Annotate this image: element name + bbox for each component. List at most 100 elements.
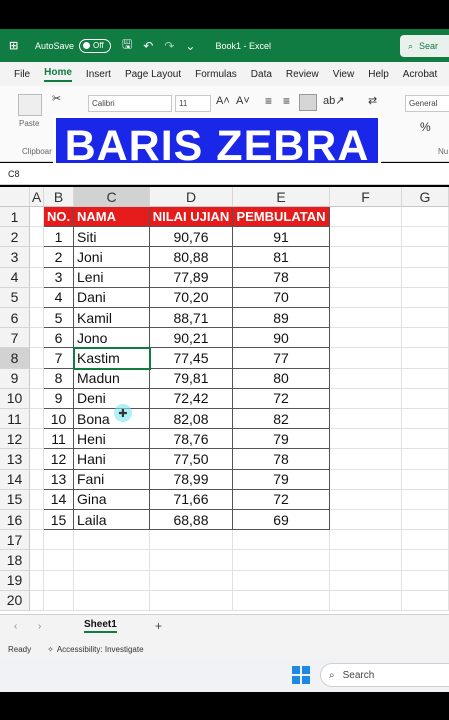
table-cell[interactable]: 89 [233, 308, 330, 329]
empty-cell[interactable] [330, 287, 402, 308]
sheet-tab-sheet1[interactable]: Sheet1 [84, 619, 117, 633]
align-bottom-icon[interactable] [299, 94, 317, 111]
paste-icon[interactable] [18, 94, 42, 116]
empty-cell[interactable] [330, 247, 402, 268]
title-search-box[interactable]: ⌕ Sear [400, 35, 449, 57]
empty-cell[interactable] [30, 489, 44, 510]
table-cell[interactable]: Kamil [74, 308, 150, 329]
empty-cell[interactable] [330, 207, 402, 228]
table-cell[interactable]: Gina [74, 489, 150, 510]
orientation-icon[interactable]: ab↗ [323, 94, 344, 107]
empty-cell[interactable] [30, 530, 44, 551]
column-header-b[interactable]: B [44, 187, 74, 207]
empty-cell[interactable] [402, 287, 449, 308]
table-header-cell[interactable]: NAMA [74, 207, 150, 228]
row-header-17[interactable]: 17 [0, 530, 30, 551]
table-cell[interactable]: Leni [74, 267, 150, 288]
empty-cell[interactable] [330, 388, 402, 409]
empty-cell[interactable] [330, 469, 402, 490]
align-top-icon[interactable]: ≡ [265, 94, 272, 108]
name-box[interactable]: C8 [8, 169, 20, 179]
empty-cell[interactable] [330, 510, 402, 531]
undo-icon[interactable]: ↶ [143, 39, 153, 53]
empty-cell[interactable] [402, 510, 449, 531]
empty-cell[interactable] [402, 308, 449, 329]
empty-cell[interactable] [330, 429, 402, 450]
empty-cell[interactable] [330, 368, 402, 389]
number-format-box[interactable]: General [405, 95, 449, 112]
empty-cell[interactable] [330, 530, 402, 551]
table-cell[interactable]: 77,50 [150, 449, 233, 470]
table-header-cell[interactable]: NILAI UJIAN [150, 207, 233, 228]
empty-cell[interactable] [74, 530, 150, 551]
table-cell[interactable]: Jono [74, 328, 150, 349]
worksheet-grid[interactable]: A B C D E F G 1 NO. NAMA NILAI UJIAN PEMBULATAN 2 1 Si… [0, 187, 449, 614]
row-header-2[interactable]: 2 [0, 227, 30, 248]
table-cell[interactable]: 78,76 [150, 429, 233, 450]
table-cell[interactable]: 78 [233, 449, 330, 470]
empty-cell[interactable] [30, 469, 44, 490]
empty-cell[interactable] [233, 550, 330, 571]
table-cell[interactable]: 11 [44, 429, 74, 450]
table-cell[interactable]: 70 [233, 287, 330, 308]
table-cell[interactable]: Bona [74, 409, 150, 430]
row-header-6[interactable]: 6 [0, 308, 30, 329]
empty-cell[interactable] [30, 409, 44, 430]
add-sheet-icon[interactable]: + [155, 619, 162, 633]
table-cell[interactable]: Heni [74, 429, 150, 450]
empty-cell[interactable] [330, 267, 402, 288]
table-cell[interactable]: 77,89 [150, 267, 233, 288]
empty-cell[interactable] [402, 247, 449, 268]
empty-cell[interactable] [402, 530, 449, 551]
empty-cell[interactable] [30, 510, 44, 531]
table-cell[interactable]: Hani [74, 449, 150, 470]
percent-icon[interactable]: % [420, 120, 431, 134]
table-cell[interactable]: 6 [44, 328, 74, 349]
table-cell[interactable]: 69 [233, 510, 330, 531]
column-header-a[interactable]: A [30, 187, 44, 207]
empty-cell[interactable] [30, 449, 44, 470]
row-header-10[interactable]: 10 [0, 388, 30, 409]
row-header-4[interactable]: 4 [0, 267, 30, 288]
table-cell[interactable]: 13 [44, 469, 74, 490]
ribbon-tab-insert[interactable]: Insert [86, 69, 111, 80]
empty-cell[interactable] [402, 348, 449, 369]
accessibility-status[interactable]: Accessibility: Investigate [57, 645, 144, 654]
table-cell[interactable]: 72 [233, 489, 330, 510]
empty-cell[interactable] [150, 550, 233, 571]
column-header-g[interactable]: G [402, 187, 449, 207]
empty-cell[interactable] [30, 287, 44, 308]
table-cell[interactable]: 9 [44, 388, 74, 409]
ribbon-tab-review[interactable]: Review [286, 69, 319, 80]
row-header-11[interactable]: 11 [0, 409, 30, 430]
empty-cell[interactable] [402, 409, 449, 430]
row-header-19[interactable]: 19 [0, 570, 30, 591]
windows-start-icon[interactable] [292, 666, 310, 684]
empty-cell[interactable] [30, 348, 44, 369]
ribbon-tab-page-layout[interactable]: Page Layout [125, 69, 181, 80]
empty-cell[interactable] [233, 530, 330, 551]
empty-cell[interactable] [30, 368, 44, 389]
table-cell[interactable]: Deni [74, 388, 150, 409]
wrap-text-icon[interactable]: ⇄ [368, 94, 377, 107]
table-cell[interactable]: 90 [233, 328, 330, 349]
table-cell[interactable]: 79 [233, 469, 330, 490]
empty-cell[interactable] [150, 570, 233, 591]
empty-cell[interactable] [330, 570, 402, 591]
ribbon-tab-file[interactable]: File [14, 69, 30, 80]
table-cell[interactable]: Siti [74, 227, 150, 248]
empty-cell[interactable] [30, 227, 44, 248]
table-cell[interactable]: 91 [233, 227, 330, 248]
align-middle-icon[interactable]: ≡ [283, 94, 290, 108]
empty-cell[interactable] [30, 550, 44, 571]
table-cell[interactable]: 78,99 [150, 469, 233, 490]
empty-cell[interactable] [330, 409, 402, 430]
empty-cell[interactable] [402, 388, 449, 409]
table-cell[interactable]: 1 [44, 227, 74, 248]
empty-cell[interactable] [330, 328, 402, 349]
table-cell[interactable]: Madun [74, 368, 150, 389]
table-cell[interactable]: 79 [233, 429, 330, 450]
empty-cell[interactable] [330, 348, 402, 369]
ribbon-tab-data[interactable]: Data [251, 69, 272, 80]
table-cell[interactable]: 77,45 [150, 348, 233, 369]
